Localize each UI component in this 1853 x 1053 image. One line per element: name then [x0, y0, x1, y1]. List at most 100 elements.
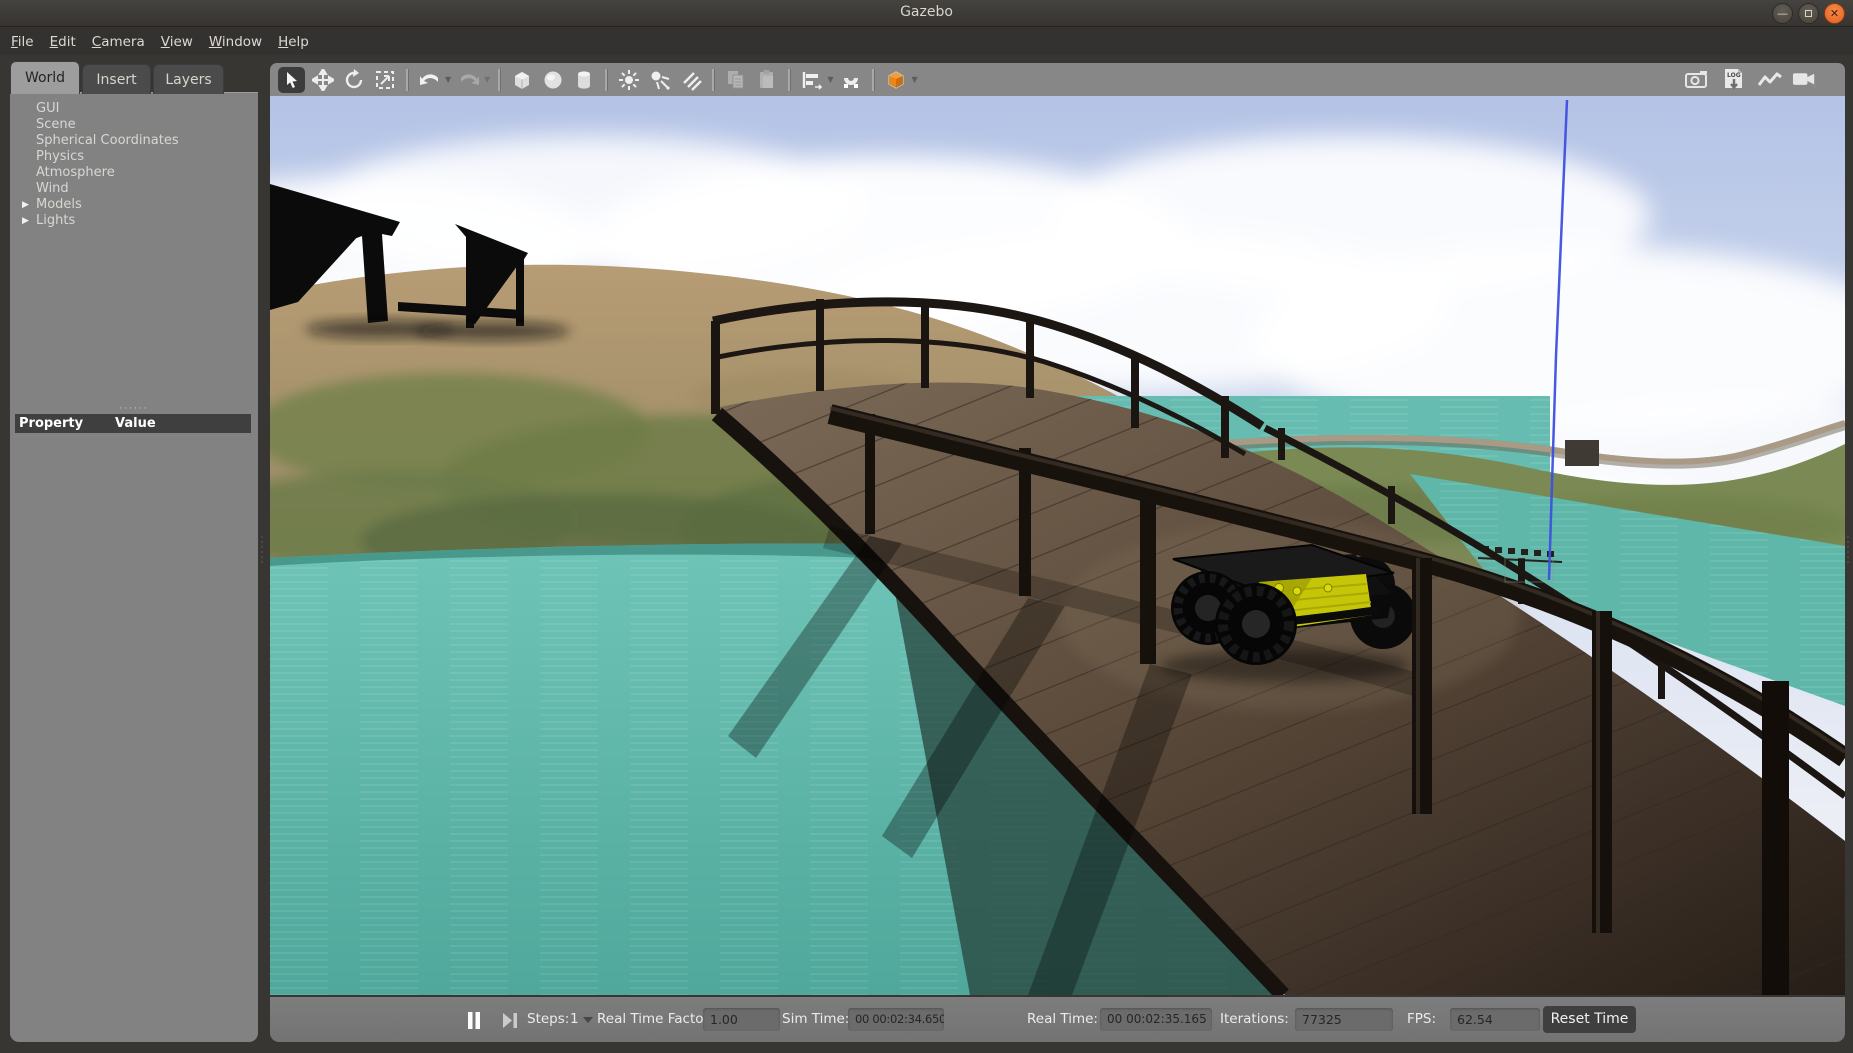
directional-light-icon — [680, 69, 702, 91]
tree-item-gui[interactable]: GUI — [10, 101, 258, 117]
expand-arrow-icon[interactable] — [22, 213, 29, 229]
world-tree: GUI Scene Spherical Coordinates Physics … — [10, 101, 258, 229]
left-splitter-handle[interactable]: ······ — [260, 535, 264, 565]
menu-help[interactable]: Help — [270, 30, 317, 54]
tab-layers[interactable]: Layers — [153, 64, 224, 94]
scale-icon — [374, 69, 396, 91]
expand-arrow-icon[interactable] — [22, 197, 29, 213]
point-light-icon — [618, 69, 640, 91]
menu-file[interactable]: File — [3, 30, 42, 54]
fps-value: 62.54 — [1450, 1008, 1540, 1031]
view-angle-button[interactable] — [882, 67, 909, 93]
cylinder-icon — [575, 70, 593, 90]
tree-item-lights[interactable]: Lights — [10, 213, 258, 229]
time-panel: Steps: 1 Real Time Factor: 1.00 Sim Time… — [270, 997, 1845, 1042]
sim-time-label: Sim Time: — [782, 1011, 849, 1027]
align-dropdown[interactable]: ▼ — [827, 75, 833, 84]
tree-item-wind[interactable]: Wind — [10, 181, 258, 197]
minimize-button[interactable]: — — [1772, 3, 1793, 24]
iterations-value: 77325 — [1295, 1008, 1393, 1031]
iterations-label: Iterations: — [1220, 1011, 1289, 1027]
tab-insert[interactable]: Insert — [82, 64, 151, 94]
video-record-button[interactable] — [1792, 67, 1819, 93]
step-button[interactable] — [498, 1008, 522, 1032]
pause-button[interactable] — [462, 1008, 486, 1032]
spot-light-button[interactable] — [646, 67, 673, 93]
menu-view[interactable]: View — [153, 30, 201, 54]
cursor-arrow-icon — [283, 71, 301, 89]
maximize-icon — [1805, 10, 1812, 17]
select-tool-button[interactable] — [278, 67, 305, 93]
toolbar-separator — [498, 69, 500, 91]
video-camera-icon — [1792, 70, 1819, 90]
steps-label: Steps: — [527, 1011, 569, 1027]
box-icon — [512, 70, 532, 90]
property-column-header: Property — [19, 416, 83, 431]
screenshot-button[interactable] — [1684, 67, 1711, 93]
paste-button[interactable] — [753, 67, 780, 93]
copy-button[interactable] — [722, 67, 749, 93]
rtf-value: 1.00 — [703, 1008, 780, 1031]
sphere-icon — [543, 70, 563, 90]
tree-item-models[interactable]: Models — [10, 197, 258, 213]
copy-icon — [726, 69, 746, 90]
tree-item-atmosphere[interactable]: Atmosphere — [10, 165, 258, 181]
title-bar[interactable]: Gazebo — ✕ — [0, 0, 1853, 27]
align-button[interactable] — [798, 67, 825, 93]
rotate-tool-button[interactable] — [340, 67, 367, 93]
steps-value[interactable]: 1 — [570, 1011, 579, 1027]
tree-item-spherical-coordinates[interactable]: Spherical Coordinates — [10, 133, 258, 149]
insert-box-button[interactable] — [508, 67, 535, 93]
translate-tool-button[interactable] — [309, 67, 336, 93]
insert-cylinder-button[interactable] — [570, 67, 597, 93]
real-time-value: 00 00:02:35.165 — [1100, 1008, 1212, 1031]
directional-light-button[interactable] — [677, 67, 704, 93]
panel-splitter-handle[interactable]: ······ — [10, 406, 258, 412]
point-light-button[interactable] — [615, 67, 642, 93]
window-title: Gazebo — [0, 4, 1853, 20]
redo-button[interactable] — [455, 67, 482, 93]
robot[interactable] — [1160, 545, 1416, 682]
property-table-header: Property Value — [15, 414, 251, 433]
reset-time-button[interactable]: Reset Time — [1543, 1006, 1636, 1033]
steps-dropdown[interactable] — [583, 1017, 593, 1023]
tree-item-physics[interactable]: Physics — [10, 149, 258, 165]
undo-icon — [418, 70, 442, 90]
align-icon — [801, 70, 823, 90]
step-forward-icon — [502, 1013, 518, 1028]
plot-icon — [1757, 71, 1783, 89]
toolbar-separator — [788, 69, 790, 91]
scale-tool-button[interactable] — [371, 67, 398, 93]
camera-icon — [1685, 70, 1711, 90]
undo-history-dropdown[interactable]: ▼ — [445, 75, 451, 84]
insert-sphere-button[interactable] — [539, 67, 566, 93]
menu-window[interactable]: Window — [201, 30, 270, 54]
snap-button[interactable] — [837, 67, 864, 93]
render-toolbar: ▼ ▼ — [270, 63, 1845, 96]
menu-bar: File Edit Camera View Window Help — [0, 28, 1853, 55]
view-angle-dropdown[interactable]: ▼ — [911, 75, 917, 84]
fps-label: FPS: — [1407, 1011, 1436, 1027]
undo-button[interactable] — [416, 67, 443, 93]
tree-item-scene[interactable]: Scene — [10, 117, 258, 133]
world-pane: GUI Scene Spherical Coordinates Physics … — [10, 92, 258, 1042]
log-record-button[interactable]: LOG — [1720, 67, 1747, 93]
viewport: ▼ ▼ — [270, 63, 1845, 995]
close-button[interactable]: ✕ — [1824, 3, 1845, 24]
viewport-canvas[interactable] — [270, 96, 1845, 995]
spot-light-icon — [649, 69, 671, 91]
rotate-icon — [343, 69, 365, 91]
menu-camera[interactable]: Camera — [84, 30, 153, 54]
sim-time-value: 00 00:02:34.650 — [848, 1008, 944, 1031]
redo-history-dropdown[interactable]: ▼ — [484, 75, 490, 84]
view-angle-cube-icon — [884, 68, 908, 92]
menu-edit[interactable]: Edit — [42, 30, 84, 54]
rtf-label: Real Time Factor: — [597, 1011, 713, 1027]
toolbar-separator — [712, 69, 714, 91]
maximize-button[interactable] — [1798, 3, 1819, 24]
tab-world[interactable]: World — [10, 61, 80, 94]
right-splitter-handle[interactable]: ······ — [1846, 535, 1850, 565]
plot-button[interactable] — [1756, 67, 1783, 93]
toolbar-separator — [872, 69, 874, 91]
magnet-icon — [840, 69, 862, 91]
